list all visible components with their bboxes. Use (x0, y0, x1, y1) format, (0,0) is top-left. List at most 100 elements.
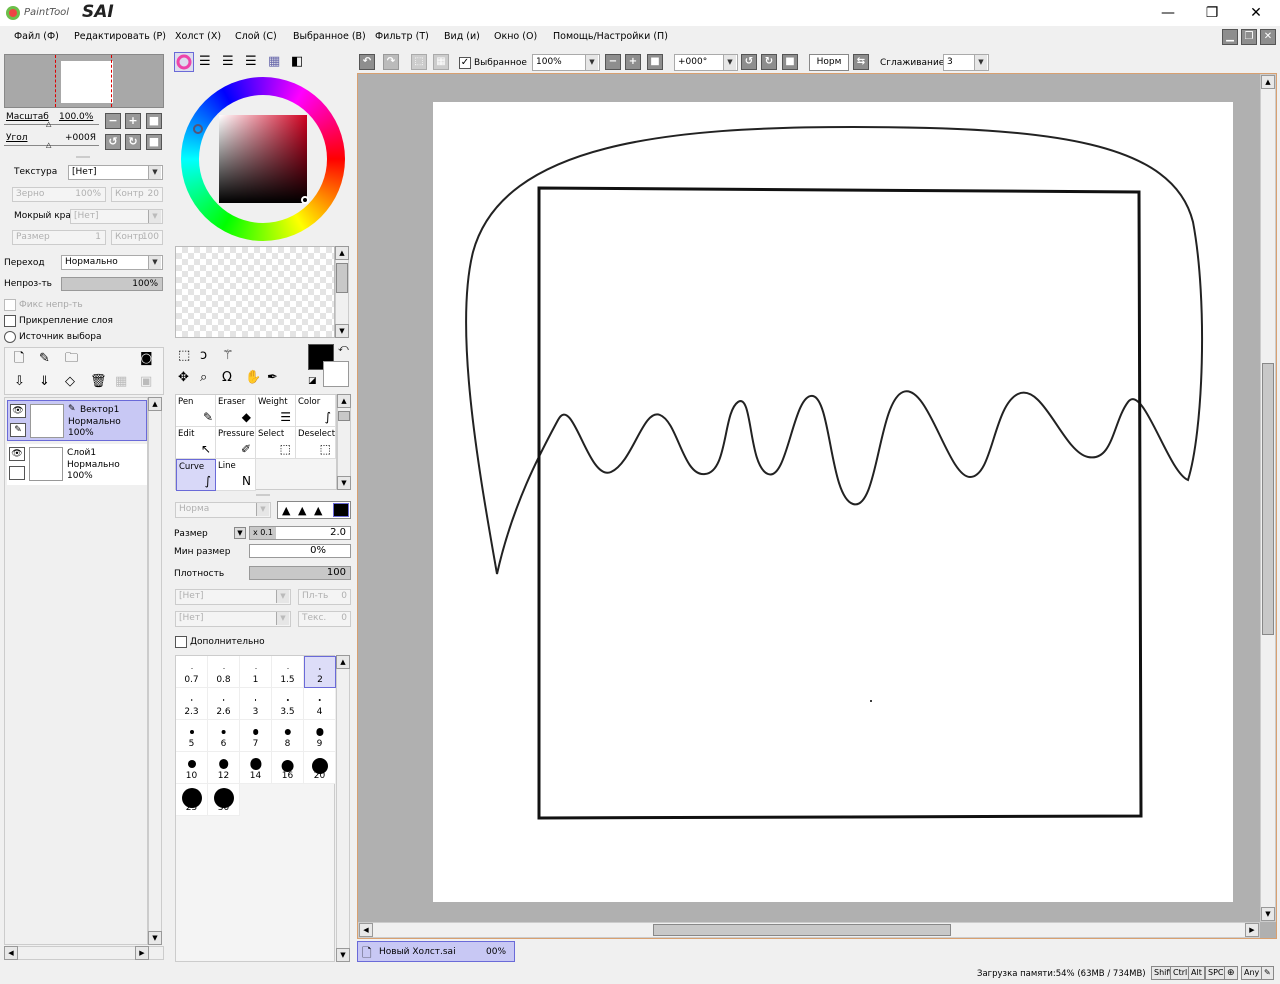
brush-size-preset[interactable]: 14 (240, 752, 272, 784)
hard-edge-icon[interactable]: ▲ (282, 504, 290, 517)
rotate-left-button[interactable]: ↺ (105, 134, 121, 150)
scroll-right-arrow[interactable]: ▶ (135, 946, 149, 960)
scroll-up-arrow[interactable]: ▲ (335, 246, 349, 260)
canvas-paper[interactable] (433, 102, 1233, 902)
invert-selection-button[interactable]: ▦ (433, 54, 449, 70)
round-edge-icon[interactable]: ▲ (314, 504, 322, 517)
rotate-icon[interactable]: Ω (222, 370, 232, 386)
scroll-left-arrow[interactable]: ◀ (4, 946, 18, 960)
square-edge-icon[interactable] (333, 503, 349, 517)
zoom-value[interactable]: 100.0% (59, 112, 93, 122)
tool-eraser[interactable]: Eraser ◆ (216, 395, 256, 427)
zoom-out-button[interactable]: − (105, 113, 121, 129)
close-button[interactable]: ✕ (1234, 0, 1278, 26)
scratchpad[interactable] (175, 246, 335, 338)
merge-down-icon[interactable]: ⇩ (14, 374, 25, 390)
scroll-down-arrow[interactable]: ▼ (336, 948, 350, 962)
scroll-left-arrow[interactable]: ◀ (359, 923, 373, 937)
redo-button[interactable]: ↷ (383, 54, 399, 70)
tool-color[interactable]: Color ∫ (296, 395, 336, 427)
scroll-down-arrow[interactable]: ▼ (335, 324, 349, 338)
scroll-thumb[interactable] (336, 263, 348, 293)
zoom-in-button[interactable]: + (625, 54, 641, 70)
new-layer-icon[interactable]: 🗋 (14, 351, 24, 367)
opacity-slider[interactable]: 100% (61, 277, 163, 291)
brush-size-preset[interactable]: 0.8 (208, 656, 240, 688)
brush-size-preset[interactable]: 25 (176, 784, 208, 816)
brush-size-preset[interactable]: 1.5 (272, 656, 304, 688)
rect-select-icon[interactable]: ⬚ (178, 348, 190, 364)
angle-value[interactable]: +000Я (65, 133, 96, 143)
layer-mask-icon[interactable]: ◙ (140, 351, 153, 367)
brush-size-preset[interactable]: 4 (304, 688, 336, 720)
scroll-up-arrow[interactable]: ▲ (336, 655, 350, 669)
navigator-preview[interactable] (4, 54, 164, 108)
brush-size-preset[interactable]: 10 (176, 752, 208, 784)
swap-colors-icon[interactable]: ⤺ (338, 343, 349, 354)
canvas-hscrollbar[interactable]: ◀ ▶ (358, 922, 1260, 938)
tool-curve[interactable]: Curve ∫ (176, 459, 216, 491)
reset-colors-icon[interactable]: ◪ (308, 376, 317, 386)
rgb-slider-tab[interactable]: ☰ (199, 54, 211, 70)
brush-size-preset[interactable]: 7 (240, 720, 272, 752)
rotate-right-button[interactable]: ↻ (125, 134, 141, 150)
panel-grip[interactable] (256, 494, 270, 496)
menu-canvas[interactable]: Холст (Х) (175, 31, 221, 42)
min-size-slider[interactable]: 0% (249, 544, 351, 558)
sv-handle[interactable] (301, 196, 309, 204)
eyedropper-icon[interactable]: ✒ (267, 370, 278, 386)
canvas-vscrollbar[interactable]: ▲ ▼ (1260, 74, 1276, 922)
zoom-out-button[interactable]: − (605, 54, 621, 70)
brush-size-preset[interactable]: 20 (304, 752, 336, 784)
brush-size-preset[interactable]: 16 (272, 752, 304, 784)
brush-size-preset[interactable]: 3 (240, 688, 272, 720)
menu-selection[interactable]: Выбранное (В) (293, 31, 366, 42)
scroll-up-arrow[interactable]: ▲ (1261, 75, 1275, 89)
rotate-cw-button[interactable]: ↻ (761, 54, 777, 70)
maximize-button[interactable]: ❐ (1190, 0, 1234, 26)
tool-pen[interactable]: Pen ✎ (176, 395, 216, 427)
brush-size-preset[interactable]: 2.3 (176, 688, 208, 720)
color-wheel[interactable] (181, 77, 345, 241)
brush-shape-selector[interactable]: ▲ ▲ ▲ (277, 501, 351, 519)
swatches-tab[interactable]: ▦ (268, 54, 280, 70)
deselect-button[interactable]: ⬚ (411, 54, 427, 70)
magic-wand-icon[interactable]: ⚚ (222, 348, 234, 364)
scratchpad-scrollbar[interactable]: ▲ ▼ (335, 246, 349, 338)
menu-window[interactable]: Окно (О) (494, 31, 537, 42)
clip-layer-checkbox[interactable] (4, 315, 16, 327)
angle-select[interactable]: +000° ▼ (674, 54, 738, 71)
lasso-icon[interactable]: ↄ (200, 348, 207, 364)
brush-size-preset[interactable]: 0.7 (176, 656, 208, 688)
panel-grip[interactable] (76, 156, 90, 158)
layer-row-layer1[interactable]: 👁 Слой1 Нормально 100% (7, 444, 147, 485)
brush-size-preset[interactable]: 1 (240, 656, 272, 688)
layer-list-hscroll[interactable]: ◀ ▶ (4, 946, 164, 960)
zoom-slider[interactable] (4, 124, 99, 125)
menu-view[interactable]: Вид (и) (444, 31, 480, 42)
zoom-reset-button[interactable]: ■ (146, 113, 162, 129)
menu-edit[interactable]: Редактировать (Р) (74, 31, 166, 42)
zoom-fit-button[interactable]: ■ (647, 54, 663, 70)
tool-grid-scrollbar[interactable]: ▲ ▼ (337, 394, 351, 490)
brush-size-preset[interactable]: 3.5 (272, 688, 304, 720)
chevron-down-icon[interactable]: ▼ (234, 527, 246, 539)
angle-slider[interactable] (4, 145, 99, 146)
scroll-thumb[interactable] (338, 411, 350, 421)
show-selection-checkbox[interactable]: ✓ (459, 57, 471, 69)
mixer-tab[interactable]: ☰ (245, 54, 257, 70)
brush-size-preset[interactable]: 5 (176, 720, 208, 752)
menu-file[interactable]: Файл (Ф) (14, 31, 59, 42)
delete-layer-icon[interactable]: 🗑 (90, 374, 107, 390)
zoom-icon[interactable]: ⌕ (200, 370, 207, 386)
zoom-select[interactable]: 100% ▼ (532, 54, 600, 71)
brush-size-preset[interactable]: 12 (208, 752, 240, 784)
eye-icon[interactable]: 👁 (10, 404, 26, 418)
tool-pressure[interactable]: Pressure ✐ (216, 427, 256, 459)
scroll-down-arrow[interactable]: ▼ (148, 931, 162, 945)
menu-help[interactable]: Помощь/Настройки (П) (553, 31, 668, 42)
brush-size-preset[interactable]: 8 (272, 720, 304, 752)
hsv-slider-tab[interactable]: ☰ (222, 54, 234, 70)
selection-source-radio[interactable] (4, 331, 16, 343)
clear-layer-icon[interactable]: ◇ (65, 374, 75, 390)
